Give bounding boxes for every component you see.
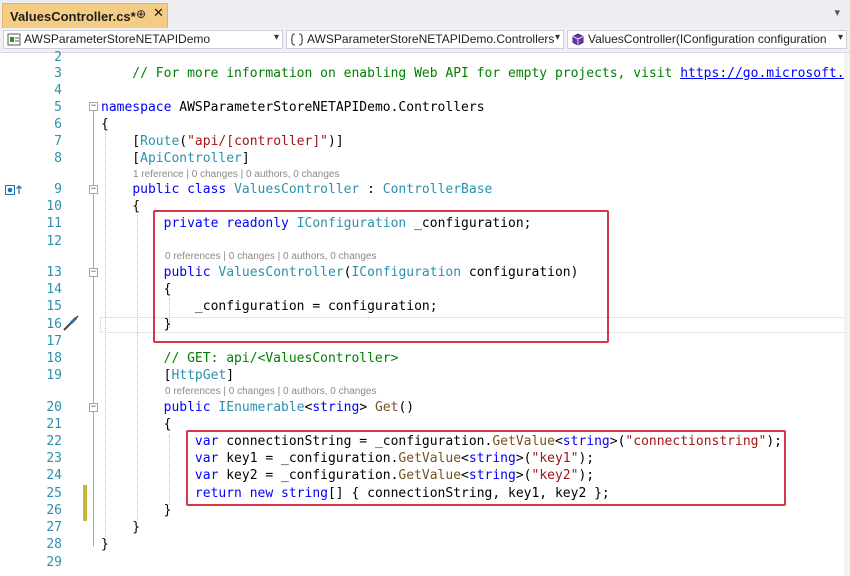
line-number: 11 [46,216,62,231]
line-number: 28 [46,537,62,552]
code-line[interactable]: 2 [0,49,850,66]
line-number: 25 [46,486,62,501]
highlight-box-get-body [186,430,786,506]
line-number: 7 [54,134,62,149]
line-number: 3 [54,66,62,81]
close-icon[interactable]: ✕ [153,6,164,21]
code-line[interactable]: 18 // GET: api/<ValuesController> [0,350,850,367]
codelens-class[interactable]: 1 reference | 0 changes | 0 authors, 0 c… [133,168,339,182]
code-line[interactable]: 8 [ApiController] [0,150,850,167]
code-text: namespace AWSParameterStoreNETAPIDemo.Co… [101,100,485,115]
csharp-project-icon [7,33,21,46]
document-tab-strip: ValuesController.cs* ⊕ ✕ ▾ [0,0,850,29]
code-text: [ApiController] [101,151,250,166]
line-number: 21 [46,417,62,432]
line-number: 15 [46,299,62,314]
line-number: 27 [46,520,62,535]
code-text: // GET: api/<ValuesController> [101,351,399,366]
line-number: 4 [54,83,62,98]
line-number: 26 [46,503,62,518]
code-text: } [101,520,141,535]
member-dropdown-label: ValuesController(IConfiguration configur… [588,32,827,46]
line-number: 9 [54,182,62,197]
tab-title: ValuesController.cs* [10,9,136,24]
chevron-down-icon: ▾ [273,32,279,43]
code-line[interactable]: 5 namespace AWSParameterStoreNETAPIDemo.… [0,99,850,116]
code-text: [HttpGet] [101,368,235,383]
code-line[interactable]: 27 } [0,519,850,536]
line-number: 5 [54,100,62,115]
line-number: 2 [54,50,62,65]
code-line[interactable]: 28 } [0,536,850,553]
code-text: { [101,417,172,432]
tab-overflow-dropdown-icon[interactable]: ▾ [834,6,840,19]
code-text: { [101,117,109,132]
line-number: 16 [46,317,62,332]
code-text: public IEnumerable<string> Get() [163,400,415,415]
namespace-icon [290,33,304,46]
code-text: } [101,537,109,552]
code-line[interactable]: 6 { [0,116,850,133]
line-number: 17 [46,334,62,349]
code-line[interactable]: 9 public class ValuesController : Contro… [0,181,850,198]
line-number: 6 [54,117,62,132]
line-number: 8 [54,151,62,166]
namespace-dropdown-label: AWSParameterStoreNETAPIDemo.Controllers [307,32,555,46]
line-number: 12 [46,234,62,249]
vertical-scrollbar[interactable] [844,53,850,576]
line-number: 10 [46,199,62,214]
codelens-get[interactable]: 0 references | 0 changes | 0 authors, 0 … [165,385,376,399]
code-line[interactable]: 29 [0,554,850,571]
line-number: 14 [46,282,62,297]
member-dropdown[interactable]: ValuesController(IConfiguration configur… [567,30,847,49]
code-text: // For more information on enabling Web … [101,66,850,81]
line-number: 18 [46,351,62,366]
document-tab-valuescontroller[interactable]: ValuesController.cs* ⊕ ✕ [2,3,168,28]
code-line[interactable]: 19 [HttpGet] [0,367,850,384]
code-text: } [101,503,172,518]
method-icon [572,33,584,46]
line-number: 23 [46,451,62,466]
line-number: 29 [46,555,62,570]
chevron-down-icon: ▾ [837,32,843,43]
code-line[interactable]: 4 [0,82,850,99]
project-dropdown-label: AWSParameterStoreNETAPIDemo [24,32,211,46]
code-editor[interactable]: − − − − 2 3 // For more information on e… [0,50,850,576]
code-line[interactable]: 20 public IEnumerable<string> Get() [0,399,850,416]
line-number: 19 [46,368,62,383]
line-number: 24 [46,468,62,483]
code-text: [Route("api/[controller]")] [101,134,344,149]
code-text: public class ValuesController : Controll… [132,182,493,197]
code-line[interactable]: 7 [Route("api/[controller]")] [0,133,850,150]
namespace-dropdown[interactable]: AWSParameterStoreNETAPIDemo.Controllers … [286,30,564,49]
code-text: { [101,199,141,214]
highlight-box-constructor [153,210,609,343]
pin-icon[interactable]: ⊕ [136,7,146,21]
project-dropdown[interactable]: AWSParameterStoreNETAPIDemo ▾ [3,30,283,49]
chevron-down-icon: ▾ [554,32,560,43]
line-number: 22 [46,434,62,449]
code-line[interactable]: 3 // For more information on enabling We… [0,65,850,82]
line-number: 13 [46,265,62,280]
line-number: 20 [46,400,62,415]
